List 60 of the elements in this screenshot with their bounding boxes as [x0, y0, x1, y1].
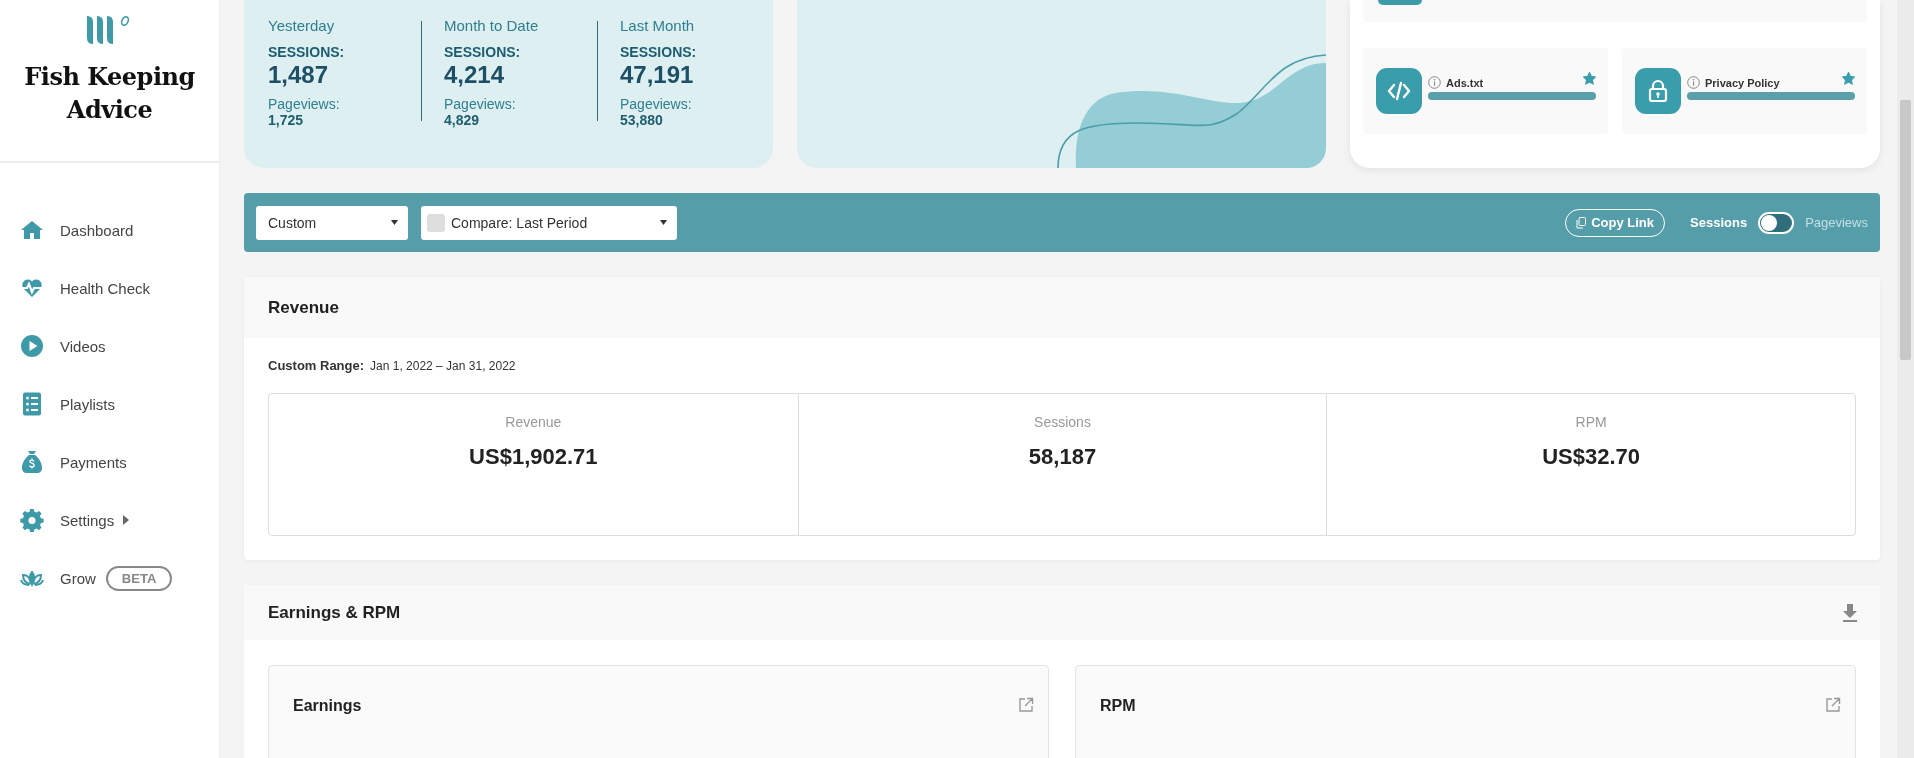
compare-dropdown[interactable]: Compare: Last Period — [421, 205, 677, 240]
card-title: Earnings & RPM — [268, 602, 402, 623]
scrollbar[interactable] — [1897, 0, 1914, 758]
panel-title: Earnings — [293, 697, 363, 715]
metric-label: RPM — [1575, 414, 1607, 430]
sessions-value: 47,191 — [620, 60, 695, 90]
card-title: Revenue — [268, 297, 339, 318]
caret-icon — [391, 220, 398, 225]
sessions-label: SESSIONS: — [444, 44, 522, 60]
period-label: Yesterday — [268, 17, 336, 35]
range-label: Custom Range: — [268, 358, 365, 373]
nav-item[interactable]: Videos — [20, 334, 112, 358]
sessions-label: SESSIONS: — [268, 44, 346, 60]
range-dropdown[interactable]: Custom — [256, 205, 408, 240]
external-link-icon[interactable] — [1825, 697, 1841, 713]
nav-item[interactable]: Dashboard — [20, 218, 140, 242]
code-icon — [1376, 68, 1422, 114]
pageviews-label: Pageviews: — [268, 96, 341, 112]
pageviews-value: 1,725 — [268, 112, 305, 128]
health-tile[interactable]: Privacy Policy — [1622, 48, 1867, 134]
copy-icon — [1576, 216, 1587, 229]
pageviews-value: 53,880 — [620, 112, 664, 128]
settings-icon — [20, 508, 44, 532]
panel-title: RPM — [1100, 697, 1137, 715]
pageviews-value: 4,829 — [444, 112, 481, 128]
metric-value: US$32.70 — [1542, 444, 1641, 470]
sessions-value: 1,487 — [268, 60, 330, 90]
nav-item[interactable]: Settings — [20, 508, 137, 532]
period-label: Month to Date — [444, 17, 540, 35]
info-icon — [1687, 76, 1700, 89]
metric-value: US$1,902.71 — [469, 444, 598, 470]
metric-label: Sessions — [1034, 414, 1091, 430]
play-icon — [20, 334, 44, 358]
metric-label: Revenue — [505, 414, 562, 430]
nav-item[interactable]: Health Check — [20, 276, 157, 300]
site-title: Fish Keeping Advice — [23, 61, 196, 126]
money-bag-icon — [20, 450, 44, 474]
health-tile[interactable]: Ads.txt — [1363, 48, 1608, 134]
nav-item[interactable]: Grow BETA — [20, 566, 179, 590]
compare-checkbox[interactable] — [427, 213, 445, 232]
download-icon[interactable] — [1842, 603, 1858, 622]
external-link-icon[interactable] — [1018, 697, 1034, 713]
metric-value: 58,187 — [1028, 444, 1097, 470]
metric-toggle[interactable] — [1758, 211, 1795, 234]
sessions-value: 4,214 — [444, 60, 506, 90]
lock-icon — [1635, 68, 1681, 114]
home-icon — [20, 218, 44, 242]
pageviews-label: Pageviews: — [620, 96, 693, 112]
info-icon — [1428, 76, 1441, 89]
tile-label: Ads.txt — [1446, 76, 1485, 89]
range-value: Jan 1, 2022 – Jan 31, 2022 — [370, 359, 516, 373]
beta-badge: BETA — [105, 565, 173, 591]
pageviews-label: Pageviews: — [444, 96, 517, 112]
caret-icon — [660, 220, 667, 225]
nav-item[interactable]: Payments — [20, 450, 133, 474]
sessions-label: SESSIONS: — [620, 44, 698, 60]
nav-item[interactable]: Playlists — [20, 392, 121, 416]
tile-label: Privacy Policy — [1705, 76, 1781, 89]
period-label: Last Month — [620, 17, 696, 35]
checklist-icon — [20, 392, 44, 416]
